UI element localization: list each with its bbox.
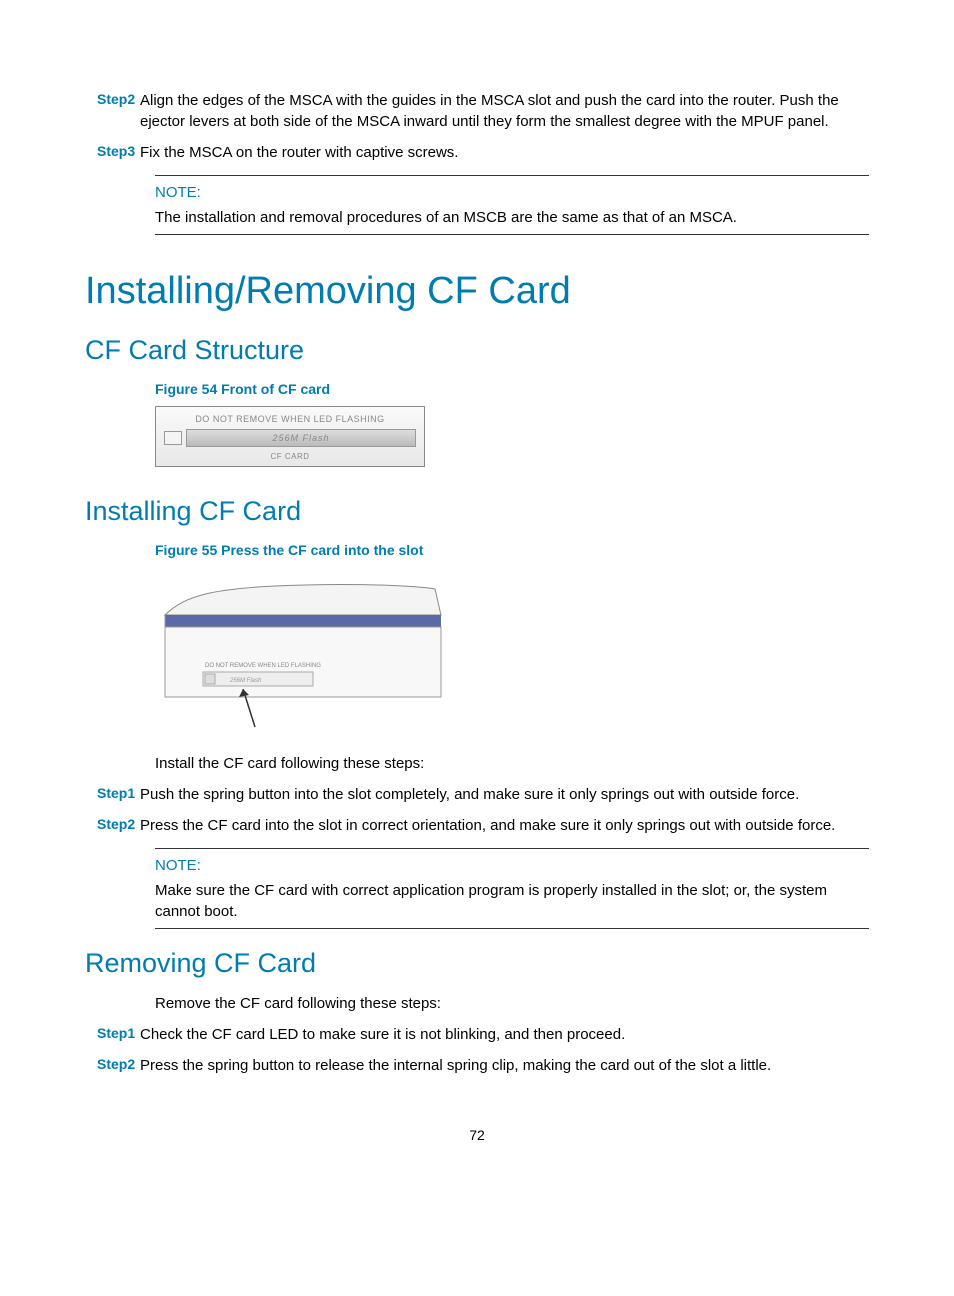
step-text: Push the spring button into the slot com… <box>140 784 869 805</box>
note-box: NOTE: The installation and removal proce… <box>155 175 869 235</box>
note-box: NOTE: Make sure the CF card with correct… <box>155 848 869 929</box>
fig54-bar: 256M Flash <box>186 429 416 447</box>
step-label: Step2 <box>85 1055 140 1076</box>
fig54-mid: 256M Flash <box>164 429 416 447</box>
heading-2: CF Card Structure <box>85 332 869 370</box>
step-row: Step1 Push the spring button into the sl… <box>85 784 869 805</box>
figure-caption: Figure 54 Front of CF card <box>155 380 869 400</box>
step-row: Step1 Check the CF card LED to make sure… <box>85 1024 869 1045</box>
figure-caption: Figure 55 Press the CF card into the slo… <box>155 541 869 561</box>
step-label: Step3 <box>85 142 140 163</box>
step-text: Align the edges of the MSCA with the gui… <box>140 90 869 132</box>
step-label: Step1 <box>85 1024 140 1045</box>
step-label: Step1 <box>85 784 140 805</box>
note-text: The installation and removal procedures … <box>155 207 869 228</box>
remove-intro: Remove the CF card following these steps… <box>155 993 869 1014</box>
fig55-label1: DO NOT REMOVE WHEN LED FLASHING <box>205 663 321 669</box>
step-row: Step2 Press the spring button to release… <box>85 1055 869 1076</box>
fig55-label2: 256M Flash <box>229 678 262 684</box>
fig54-top-text: DO NOT REMOVE WHEN LED FLASHING <box>164 413 416 426</box>
step-text: Press the spring button to release the i… <box>140 1055 869 1076</box>
step-label: Step2 <box>85 90 140 132</box>
figure-54: DO NOT REMOVE WHEN LED FLASHING 256M Fla… <box>155 406 425 468</box>
step-row: Step2 Press the CF card into the slot in… <box>85 815 869 836</box>
figure-55: DO NOT REMOVE WHEN LED FLASHING 256M Fla… <box>155 567 455 737</box>
heading-2: Removing CF Card <box>85 945 869 983</box>
step-row: Step3 Fix the MSCA on the router with ca… <box>85 142 869 163</box>
heading-2: Installing CF Card <box>85 493 869 531</box>
heading-1: Installing/Removing CF Card <box>85 265 869 318</box>
step-row: Step2 Align the edges of the MSCA with t… <box>85 90 869 132</box>
page-number: 72 <box>85 1126 869 1146</box>
step-text: Check the CF card LED to make sure it is… <box>140 1024 869 1045</box>
step-text: Fix the MSCA on the router with captive … <box>140 142 869 163</box>
fig54-square-icon <box>164 431 182 445</box>
note-label: NOTE: <box>155 855 869 876</box>
step-text: Press the CF card into the slot in corre… <box>140 815 869 836</box>
step-label: Step2 <box>85 815 140 836</box>
install-intro: Install the CF card following these step… <box>155 753 869 774</box>
note-label: NOTE: <box>155 182 869 203</box>
note-text: Make sure the CF card with correct appli… <box>155 880 869 922</box>
fig54-bottom-text: CF CARD <box>164 451 416 462</box>
